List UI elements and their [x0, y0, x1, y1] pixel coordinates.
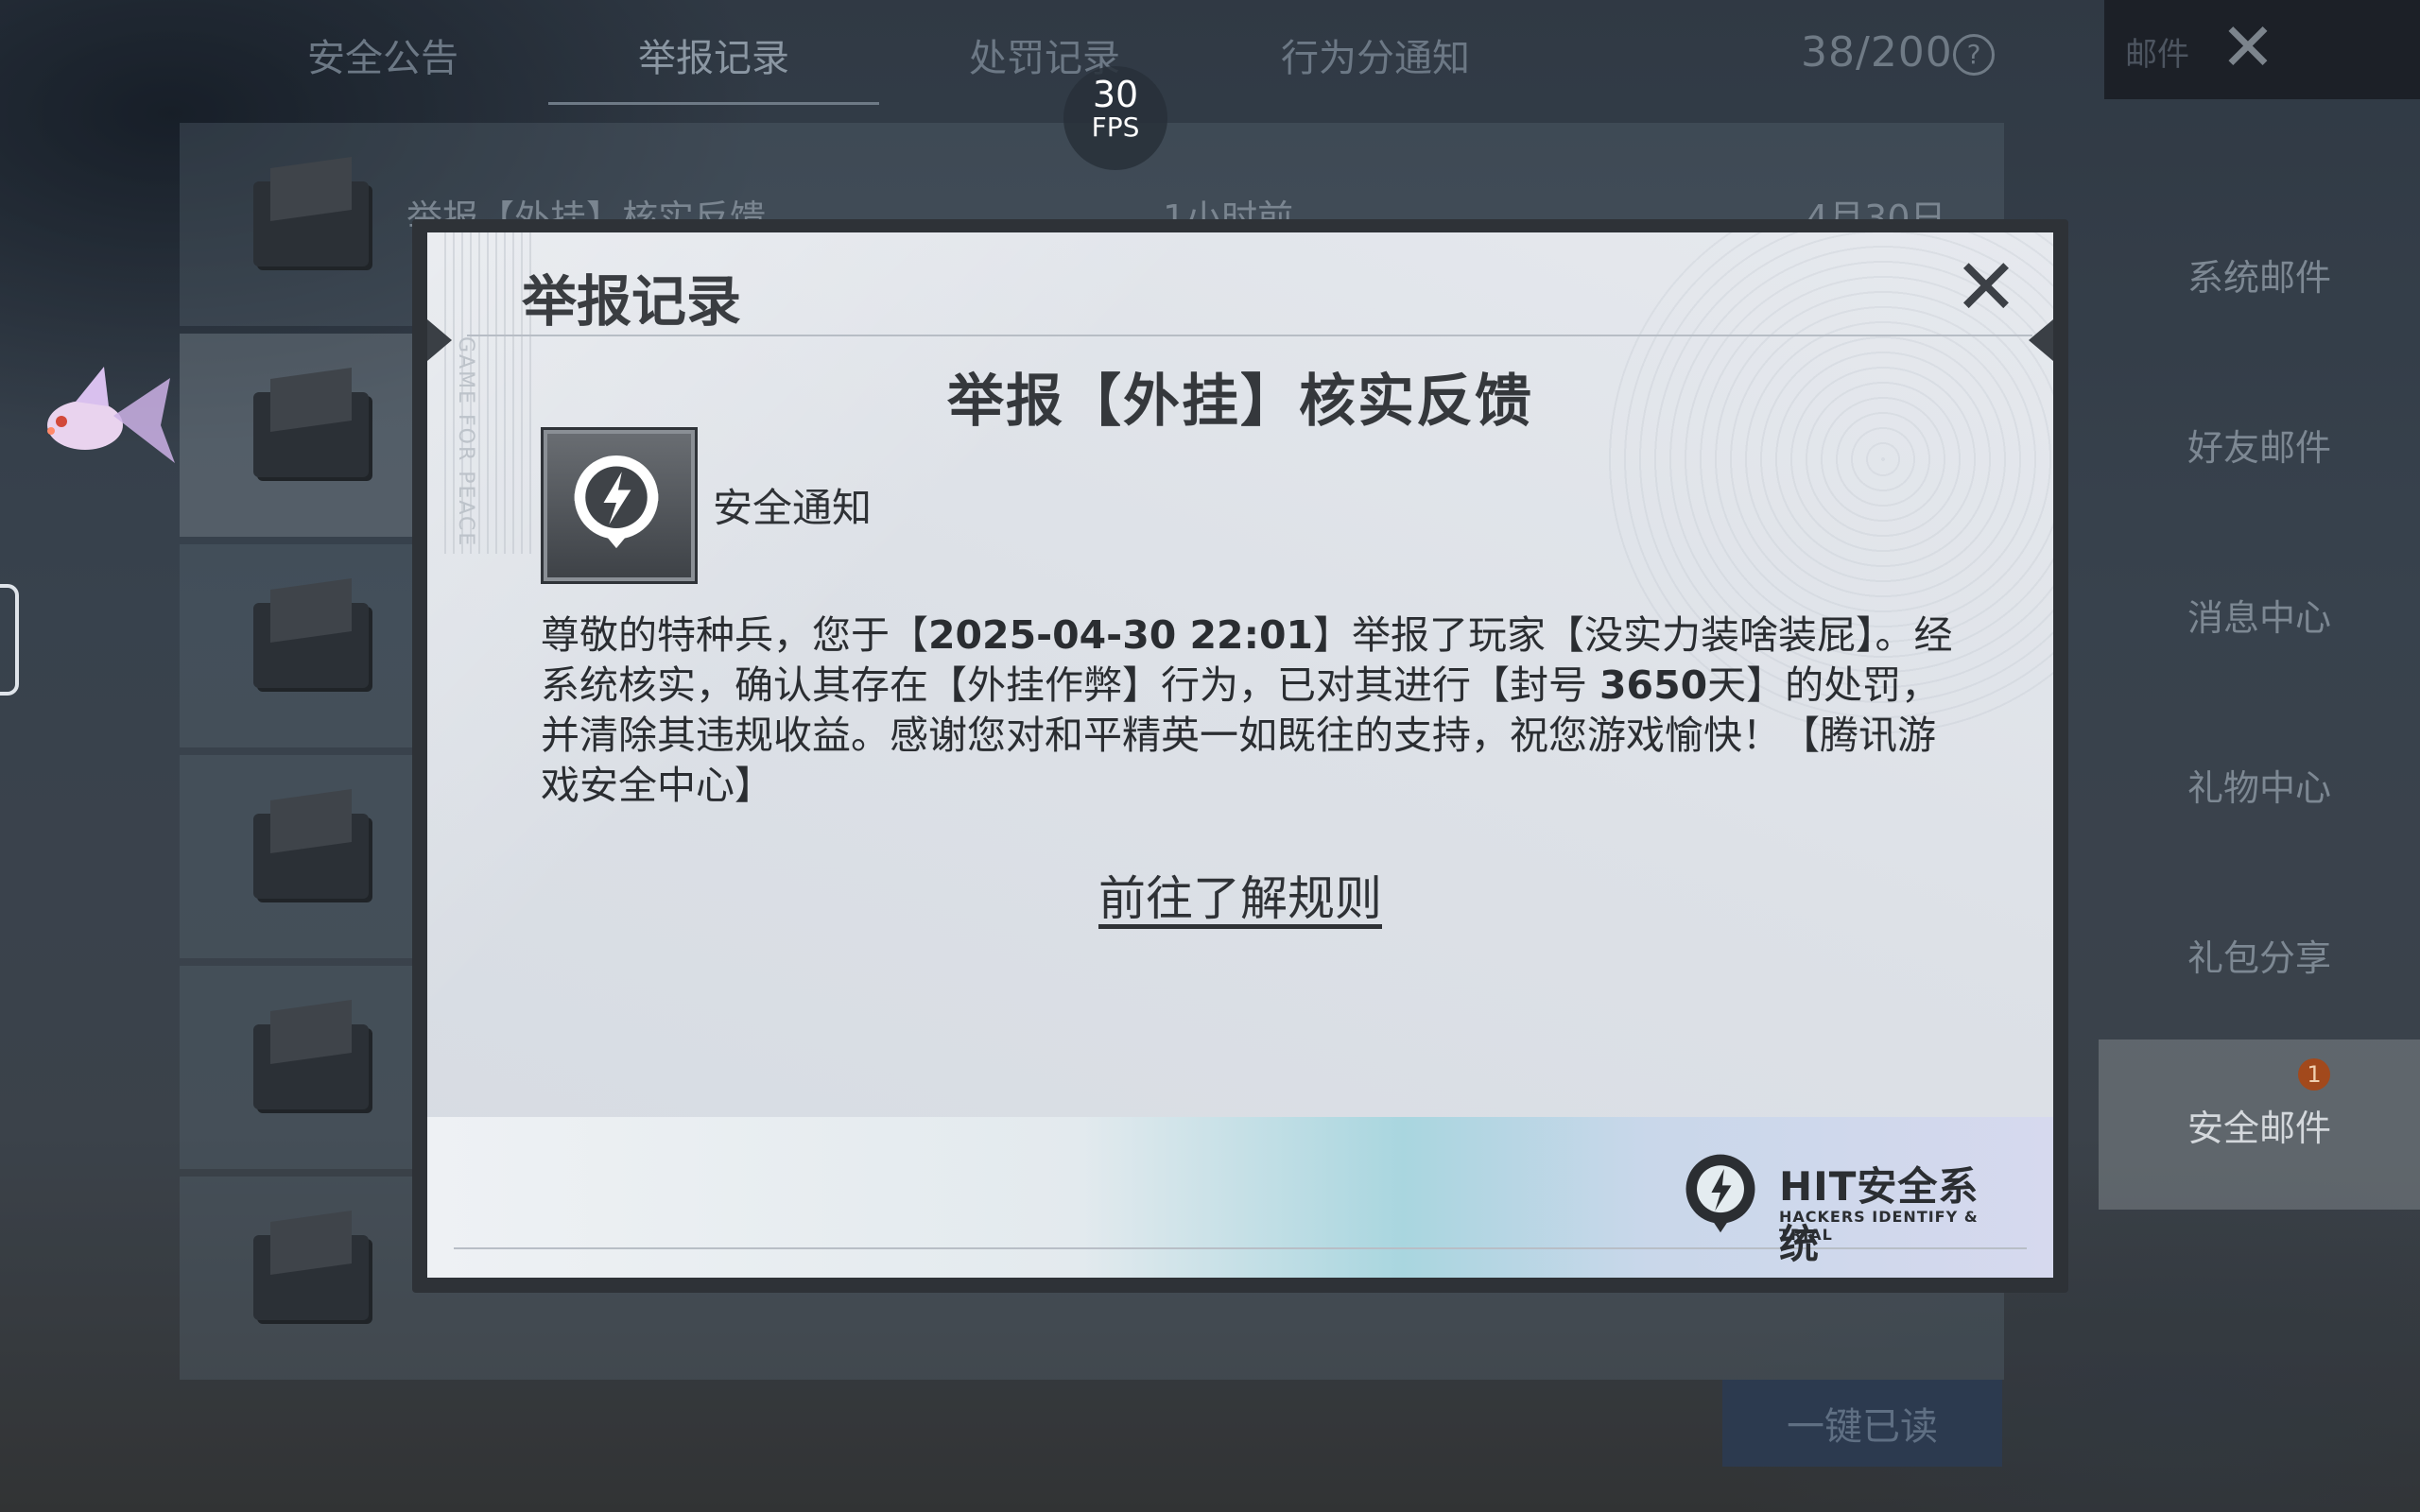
mark-all-read-button[interactable]: 一键已读 [1722, 1380, 2002, 1467]
tab-report-records[interactable]: 举报记录 [548, 0, 879, 109]
mail-category-sidebar: 系统邮件 好友邮件 消息中心 礼物中心 礼包分享 安全邮件 1 [2099, 189, 2420, 1210]
hit-logo-subtitle: HACKERS IDENTIFY & TRIAL [1779, 1208, 1979, 1244]
fps-unit: FPS [1091, 112, 1140, 143]
unread-badge: 1 [2298, 1058, 2330, 1091]
dialog-title: 举报记录 [522, 269, 742, 334]
mail-counter: 38/200 [1801, 28, 1953, 77]
sender-label: 安全通知 [713, 485, 873, 531]
security-notice-icon [541, 427, 698, 584]
tab-security-announcement[interactable]: 安全公告 [217, 0, 548, 109]
report-record-dialog: GAME FOR PEACE 举报记录 ✕ 举报【外挂】核实反馈 安全通知 尊敬… [427, 232, 2053, 1278]
sidebar-item-gift-share[interactable]: 礼包分享 [2099, 869, 2420, 1040]
side-drawer-handle[interactable] [0, 584, 19, 696]
sidebar-item-security-mail[interactable]: 安全邮件 1 [2099, 1040, 2420, 1210]
divider [467, 335, 2032, 336]
hit-logo-icon [1685, 1154, 1755, 1233]
hit-logo: HIT安全系统 HACKERS IDENTIFY & TRIAL [1675, 1147, 2015, 1267]
help-icon[interactable]: ? [1953, 34, 1995, 76]
fps-value: 30 [1092, 74, 1139, 115]
mail-header: 邮件 ✕ [2104, 0, 2420, 99]
view-rules-link[interactable]: 前往了解规则 [427, 861, 2053, 929]
report-datetime: 2025-04-30 22:01 [928, 612, 1314, 658]
close-icon[interactable]: ✕ [2218, 14, 2278, 80]
envelope-icon [253, 603, 369, 688]
mail-header-label: 邮件 [2125, 36, 2189, 74]
ban-days: 3650 [1599, 662, 1708, 708]
envelope-icon [253, 392, 369, 477]
fps-counter: 30 FPS [1063, 66, 1167, 170]
tab-behavior-score[interactable]: 行为分通知 [1210, 0, 1541, 109]
sidebar-item-gift-center[interactable]: 礼物中心 [2099, 699, 2420, 869]
report-heading: 举报【外挂】核实反馈 [947, 369, 1533, 435]
dialog-footer: HIT安全系统 HACKERS IDENTIFY & TRIAL [427, 1117, 2053, 1278]
sidebar-item-system-mail[interactable]: 系统邮件 [2099, 189, 2420, 359]
close-icon[interactable]: ✕ [1951, 249, 2021, 327]
envelope-icon [253, 1235, 369, 1320]
top-tabs: 安全公告 举报记录 处罚记录 行为分通知 [217, 0, 1541, 109]
fish-pet-icon[interactable] [19, 359, 180, 472]
envelope-icon [253, 814, 369, 899]
notice-body: 尊敬的特种兵，您于【2025-04-30 22:01】举报了玩家【没实力装啥装屁… [541, 610, 1959, 811]
envelope-icon [253, 181, 369, 266]
body-text-1: 尊敬的特种兵，您于【 [541, 612, 928, 658]
sidebar-item-label: 安全邮件 [2187, 1107, 2331, 1149]
sidebar-item-message-center[interactable]: 消息中心 [2099, 529, 2420, 699]
sidebar-item-friend-mail[interactable]: 好友邮件 [2099, 359, 2420, 529]
envelope-icon [253, 1024, 369, 1109]
